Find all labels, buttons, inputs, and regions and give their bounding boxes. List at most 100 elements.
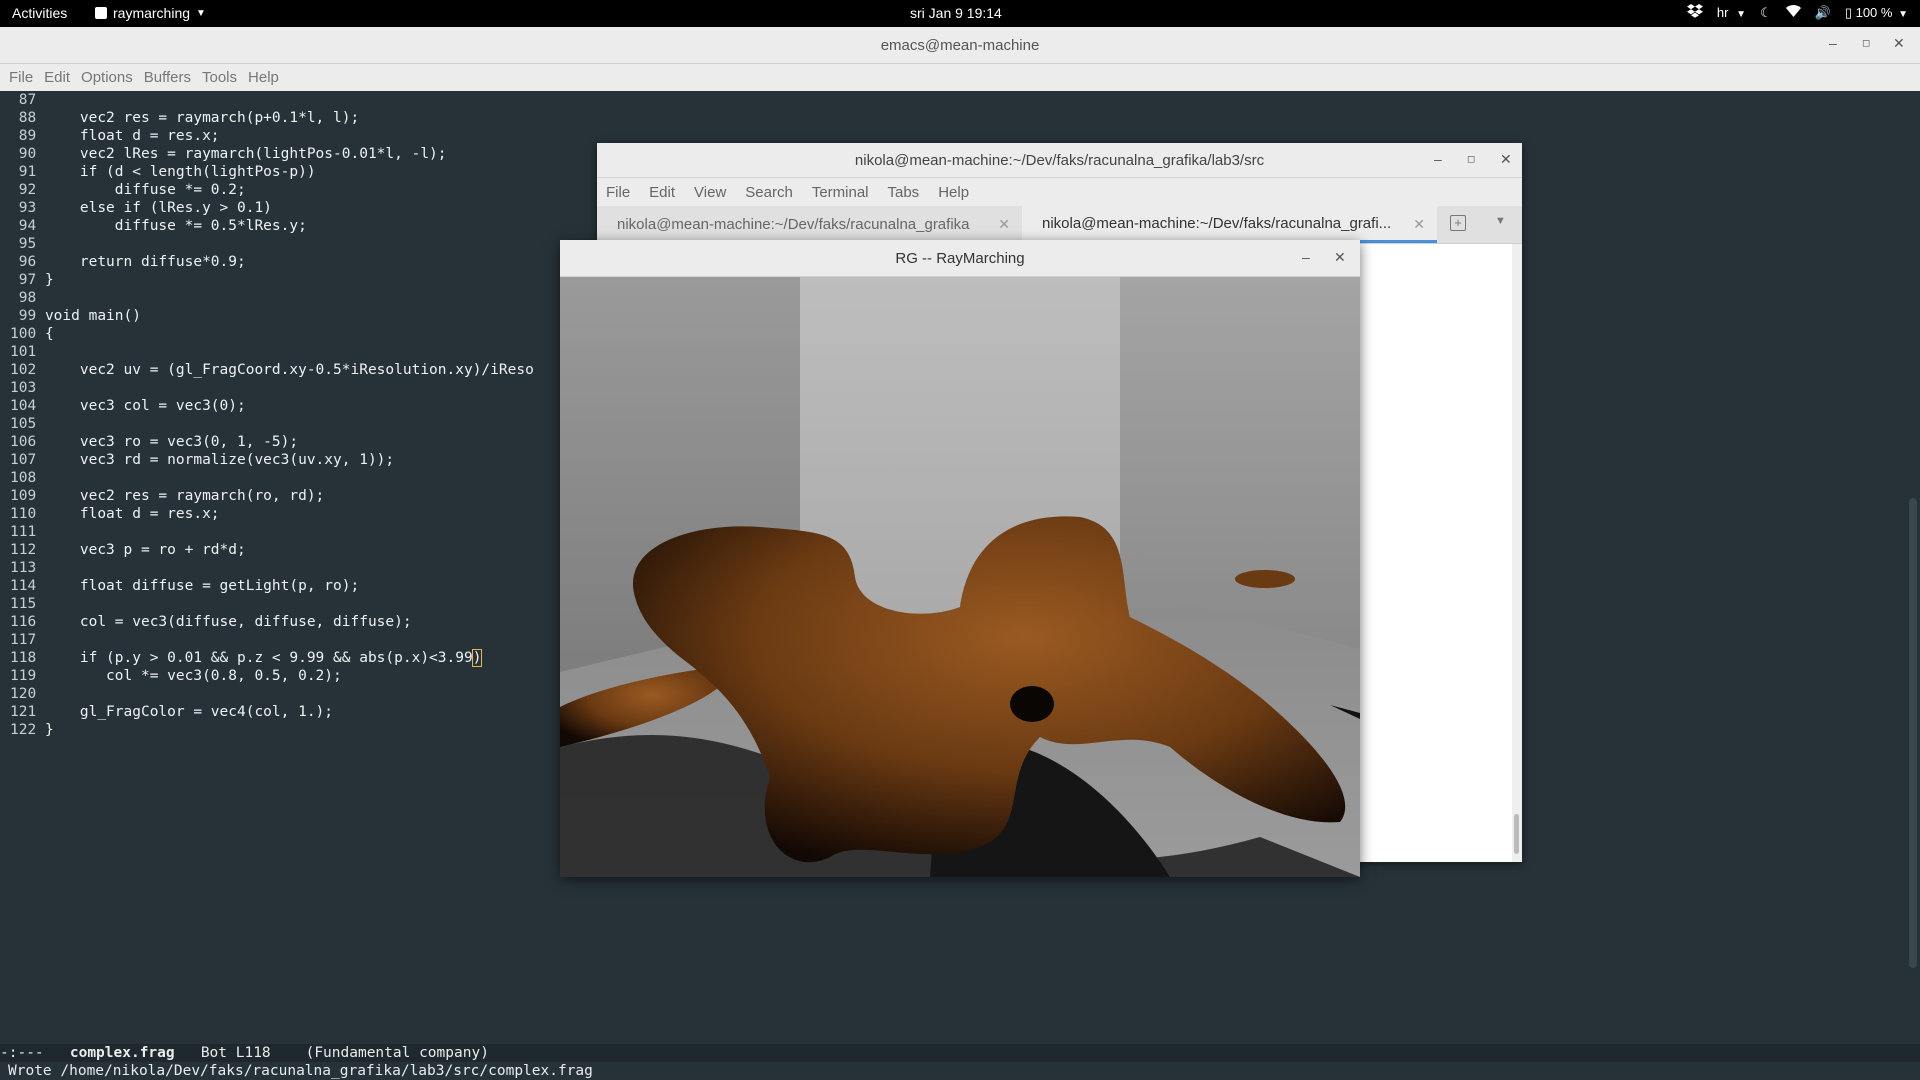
modeline-position: Bot L118 xyxy=(200,1045,271,1061)
code-text: vec2 uv = (gl_FragCoord.xy-0.5*iResoluti… xyxy=(44,362,534,378)
modeline-mode[interactable]: (Fundamental company) xyxy=(306,1045,489,1061)
code-line[interactable]: 88 vec2 res = raymarch(p+0.1*l, l); xyxy=(0,109,1906,127)
tab-list-dropdown-icon[interactable]: ▼ xyxy=(1495,215,1506,227)
line-number: 122 xyxy=(10,722,37,738)
terminal-menu-search[interactable]: Search xyxy=(745,184,793,201)
code-text: float diffuse = getLight(p, ro); xyxy=(44,578,360,594)
code-text: if (p.y > 0.01 && p.z < 9.99 && abs(p.x)… xyxy=(44,650,473,666)
terminal-scrollbar[interactable] xyxy=(1512,244,1522,862)
terminal-menu-file[interactable]: File xyxy=(606,184,630,201)
new-tab-icon[interactable]: + xyxy=(1450,215,1466,231)
minimize-icon[interactable]: – xyxy=(1302,249,1310,265)
code-text: if (d < length(lightPos-p)) xyxy=(44,164,316,180)
emacs-menu-file[interactable]: File xyxy=(9,69,33,86)
code-text: vec3 p = ro + rd*d; xyxy=(44,542,246,558)
app-menu[interactable]: raymarching ▼ xyxy=(95,5,206,21)
terminal-window-title: nikola@mean-machine:~/Dev/faks/racunalna… xyxy=(854,152,1265,169)
emacs-menu-edit[interactable]: Edit xyxy=(44,69,70,86)
code-text: vec3 col = vec3(0); xyxy=(44,398,246,414)
raymarched-scene xyxy=(560,277,1360,877)
line-number: 115 xyxy=(10,596,37,612)
terminal-menubar: File Edit View Search Terminal Tabs Help xyxy=(597,178,1522,206)
line-number: 92 xyxy=(18,182,37,198)
minimize-icon[interactable]: – xyxy=(1829,35,1837,51)
scrollbar-thumb[interactable] xyxy=(1514,814,1519,854)
caret-down-icon: ▼ xyxy=(1898,8,1908,20)
line-number: 120 xyxy=(10,686,37,702)
close-tab-icon[interactable]: ✕ xyxy=(1413,216,1425,233)
line-number: 121 xyxy=(10,704,37,720)
code-text: { xyxy=(44,326,54,342)
close-tab-icon[interactable]: ✕ xyxy=(998,216,1010,233)
line-number: 93 xyxy=(18,200,37,216)
battery-indicator: ▯ 100 % ▼ xyxy=(1845,5,1908,21)
app-menu-label: raymarching xyxy=(113,5,191,21)
terminal-menu-edit[interactable]: Edit xyxy=(649,184,675,201)
line-number: 87 xyxy=(18,92,37,108)
code-text: return diffuse*0.9; xyxy=(44,254,246,270)
minibuffer[interactable]: Wrote /home/nikola/Dev/faks/racunalna_gr… xyxy=(0,1062,1920,1080)
activities-button[interactable]: Activities xyxy=(12,5,67,21)
emacs-menu-buffers[interactable]: Buffers xyxy=(144,69,191,86)
system-tray[interactable]: hr ▼ ☾ 🔊 ▯ 100 % ▼ xyxy=(1686,4,1908,21)
code-text: } xyxy=(44,722,54,738)
raymarching-window-title: RG -- RayMarching xyxy=(895,250,1025,267)
emacs-menubar: File Edit Options Buffers Tools Help xyxy=(0,64,1920,91)
close-icon[interactable]: ✕ xyxy=(1334,249,1346,266)
emacs-menu-options[interactable]: Options xyxy=(81,69,133,86)
terminal-tab-1[interactable]: nikola@mean-machine:~/Dev/faks/racunalna… xyxy=(597,206,1022,243)
caret-down-icon: ▼ xyxy=(1736,9,1746,20)
close-icon[interactable]: ✕ xyxy=(1893,35,1905,52)
code-text: vec2 res = raymarch(p+0.1*l, l); xyxy=(44,110,360,126)
maximize-icon[interactable]: ◻ xyxy=(1467,154,1475,165)
terminal-tab-2[interactable]: nikola@mean-machine:~/Dev/faks/racunalna… xyxy=(1022,206,1437,243)
code-text: diffuse *= 0.5*lRes.y; xyxy=(44,218,307,234)
line-number: 100 xyxy=(10,326,37,342)
minimize-icon[interactable]: – xyxy=(1434,151,1442,167)
gnome-top-bar: Activities raymarching ▼ sri Jan 9 19:14… xyxy=(0,0,1920,27)
terminal-menu-tabs[interactable]: Tabs xyxy=(888,184,920,201)
code-text: col = vec3(diffuse, diffuse, diffuse); xyxy=(44,614,412,630)
modeline-buffer-name[interactable]: complex.frag xyxy=(70,1045,175,1061)
code-text: col *= vec3(0.8, 0.5, 0.2); xyxy=(44,668,342,684)
line-number: 90 xyxy=(18,146,37,162)
emacs-menu-help[interactable]: Help xyxy=(248,69,279,86)
code-text: else if (lRes.y > 0.1) xyxy=(44,200,272,216)
emacs-menu-tools[interactable]: Tools xyxy=(202,69,237,86)
line-number: 107 xyxy=(10,452,37,468)
line-number: 116 xyxy=(10,614,37,630)
line-number: 94 xyxy=(18,218,37,234)
terminal-titlebar[interactable]: nikola@mean-machine:~/Dev/faks/racunalna… xyxy=(597,143,1522,178)
code-line[interactable]: 87 xyxy=(0,91,1906,109)
clock[interactable]: sri Jan 9 19:14 xyxy=(910,5,1002,21)
line-number: 105 xyxy=(10,416,37,432)
editor-scrollbar[interactable] xyxy=(1906,91,1920,1045)
line-number: 104 xyxy=(10,398,37,414)
terminal-menu-terminal[interactable]: Terminal xyxy=(812,184,869,201)
line-number: 91 xyxy=(18,164,37,180)
terminal-menu-view[interactable]: View xyxy=(694,184,726,201)
terminal-tab-label: nikola@mean-machine:~/Dev/faks/racunalna… xyxy=(617,216,970,233)
scrollbar-thumb[interactable] xyxy=(1909,498,1917,968)
dropbox-icon[interactable] xyxy=(1686,4,1703,21)
code-text: gl_FragColor = vec4(col, 1.); xyxy=(44,704,334,720)
line-number: 95 xyxy=(18,236,37,252)
line-number: 111 xyxy=(10,524,37,540)
line-number: 114 xyxy=(10,578,37,594)
line-number: 88 xyxy=(18,110,37,126)
line-number: 112 xyxy=(10,542,37,558)
keyboard-layout-indicator[interactable]: hr ▼ xyxy=(1717,5,1746,20)
raymarching-titlebar[interactable]: RG -- RayMarching – ✕ xyxy=(560,240,1360,277)
render-viewport[interactable] xyxy=(560,277,1360,877)
raymarching-window[interactable]: RG -- RayMarching – ✕ xyxy=(560,240,1360,877)
code-text: float d = res.x; xyxy=(44,128,220,144)
line-number: 110 xyxy=(10,506,37,522)
wifi-icon xyxy=(1785,5,1801,20)
line-number: 113 xyxy=(10,560,37,576)
maximize-icon[interactable]: ◻ xyxy=(1862,38,1870,49)
close-icon[interactable]: ✕ xyxy=(1500,151,1512,168)
text-cursor: ) xyxy=(471,649,483,667)
code-text: float d = res.x; xyxy=(44,506,220,522)
terminal-menu-help[interactable]: Help xyxy=(938,184,969,201)
code-text: vec2 lRes = raymarch(lightPos-0.01*l, -l… xyxy=(44,146,447,162)
